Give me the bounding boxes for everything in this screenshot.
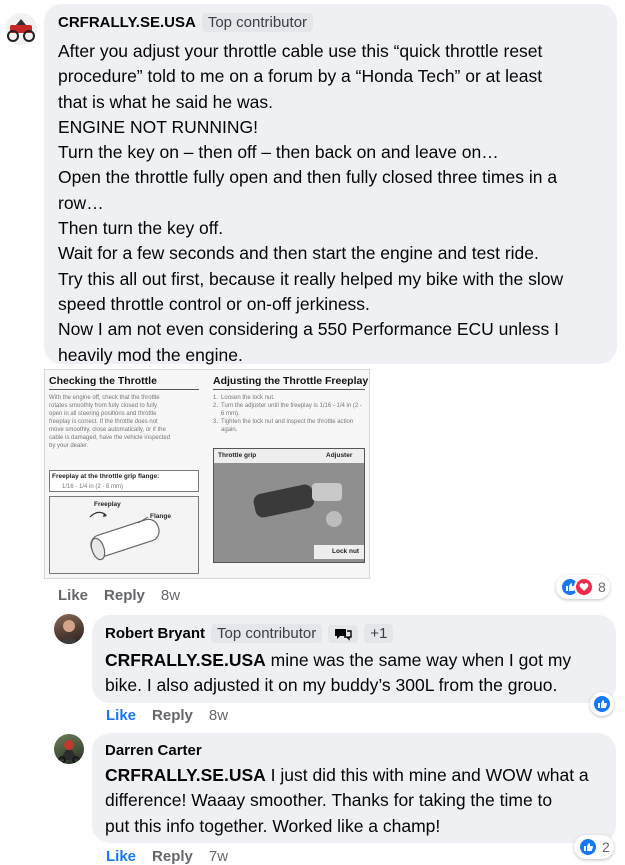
avatar[interactable] bbox=[54, 614, 84, 644]
comment-actions: Like Reply 8w bbox=[58, 587, 180, 604]
conversation-starter-icon bbox=[328, 624, 359, 643]
comment-reactions[interactable]: 8 bbox=[556, 575, 610, 599]
manual-right-title: Adjusting the Throttle Freeplay bbox=[213, 375, 369, 387]
throttle-adjuster-photo-icon bbox=[214, 449, 364, 562]
comment-author[interactable]: CRFRALLY.SE.USA bbox=[58, 14, 196, 31]
reply-bubble: Darren Carter CRFRALLY.SE.USA I just did… bbox=[92, 733, 616, 843]
like-button[interactable]: Like bbox=[58, 587, 88, 604]
top-contributor-badge: Top contributor bbox=[211, 624, 323, 643]
rally-logo-icon bbox=[5, 13, 37, 45]
throttle-grip-diagram-icon bbox=[89, 511, 160, 561]
reply-actions: Like Reply 8w bbox=[106, 707, 228, 724]
mention-link[interactable]: CRFRALLY.SE.USA bbox=[105, 765, 266, 785]
reaction-count: 2 bbox=[602, 839, 610, 855]
comment-timestamp[interactable]: 8w bbox=[161, 587, 180, 604]
mention-link[interactable]: CRFRALLY.SE.USA bbox=[105, 650, 266, 670]
reply-button[interactable]: Reply bbox=[152, 848, 193, 865]
manual-left-title: Checking the Throttle bbox=[49, 375, 157, 387]
reply-button[interactable]: Reply bbox=[104, 587, 145, 604]
love-icon bbox=[574, 577, 594, 597]
top-contributor-badge: Top contributor bbox=[201, 13, 314, 32]
comment-body: After you adjust your throttle cable use… bbox=[58, 41, 564, 365]
reply-author[interactable]: Darren Carter bbox=[105, 742, 202, 759]
reply-body: CRFRALLY.SE.USA mine was the same way wh… bbox=[105, 650, 572, 696]
reply-reactions[interactable] bbox=[590, 692, 614, 716]
reply-actions: Like Reply 7w bbox=[106, 848, 228, 865]
avatar[interactable] bbox=[4, 12, 38, 46]
reply-body: CRFRALLY.SE.USA I just did this with min… bbox=[105, 765, 589, 836]
extra-badges-count[interactable]: +1 bbox=[364, 624, 394, 643]
throttle-flange-diagram: Freeplay Flange bbox=[49, 496, 199, 574]
throttle-adjuster-photo: Throttle grip Adjuster Lock nut bbox=[213, 448, 365, 563]
reply-timestamp[interactable]: 8w bbox=[209, 707, 228, 724]
reaction-count: 8 bbox=[598, 579, 606, 595]
reply-bubble: Robert Bryant Top contributor +1 CRFRALL… bbox=[92, 615, 616, 703]
like-button[interactable]: Like bbox=[106, 848, 136, 865]
user-photo-icon bbox=[58, 620, 80, 644]
reply-button[interactable]: Reply bbox=[152, 707, 193, 724]
like-icon bbox=[592, 694, 612, 714]
manual-left-text: With the engine off, check that the thro… bbox=[49, 395, 171, 449]
reply-reactions[interactable]: 2 bbox=[574, 835, 614, 859]
avatar[interactable] bbox=[54, 734, 84, 764]
attached-manual-image[interactable]: Checking the Throttle With the engine of… bbox=[44, 369, 370, 579]
like-button[interactable]: Like bbox=[106, 707, 136, 724]
reply-timestamp[interactable]: 7w bbox=[209, 848, 228, 865]
like-icon bbox=[578, 837, 598, 857]
user-photo-icon bbox=[58, 740, 80, 764]
freeplay-spec-box: Freeplay at the throttle grip flange: 1/… bbox=[49, 470, 199, 492]
comment-bubble: CRFRALLY.SE.USA Top contributor After yo… bbox=[44, 4, 617, 365]
reply-author[interactable]: Robert Bryant bbox=[105, 625, 205, 642]
adjust-steps: 1. Loosen the lock nut. 2. Turn the adjust… bbox=[213, 395, 362, 433]
